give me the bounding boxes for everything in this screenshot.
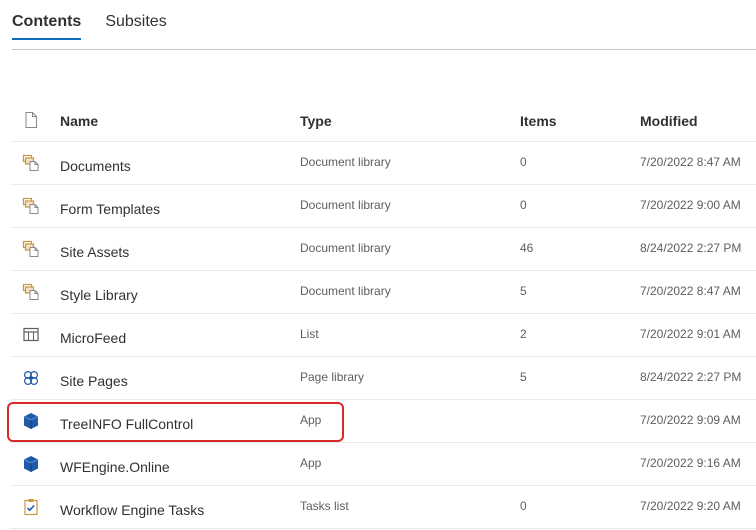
table-row[interactable]: Documents Document library 0 7/20/2022 8:47…: [10, 142, 756, 185]
row-modified: 7/20/2022 9:00 AM: [640, 198, 741, 212]
app-icon: [22, 455, 40, 473]
row-modified: 8/24/2022 2:27 PM: [640, 241, 742, 255]
document-library-icon: [22, 283, 40, 301]
row-modified: 7/20/2022 9:01 AM: [640, 327, 741, 341]
document-library-icon: [22, 240, 40, 258]
row-name-link[interactable]: TreeINFO FullControl: [60, 416, 193, 432]
tab-contents[interactable]: Contents: [12, 0, 82, 40]
row-type: Document library: [300, 198, 391, 212]
row-items: 2: [520, 327, 527, 341]
document-library-icon: [22, 154, 40, 172]
row-modified: 7/20/2022 9:16 AM: [640, 456, 741, 470]
row-name-link[interactable]: Documents: [60, 158, 131, 174]
row-name-link[interactable]: Form Templates: [60, 201, 160, 217]
row-name-link[interactable]: WFEngine.Online: [60, 459, 170, 475]
table-row[interactable]: Site Assets Document library 46 8/24/2022 2…: [10, 228, 756, 271]
table-row[interactable]: TreeINFO FullControl App 7/20/2022 9:09 AM: [10, 400, 756, 443]
document-library-icon: [22, 197, 40, 215]
tabs-divider: [12, 49, 756, 50]
contents-table: Name Type Items Modified Documents Docume…: [10, 99, 756, 529]
row-name-link[interactable]: Workflow Engine Tasks: [60, 502, 204, 518]
row-modified: 7/20/2022 9:09 AM: [640, 413, 741, 427]
table-row[interactable]: Site Pages Page library 5 8/24/2022 2:27 PM: [10, 357, 756, 400]
table-row[interactable]: WFEngine.Online App 7/20/2022 9:16 AM: [10, 443, 756, 486]
tab-subsites[interactable]: Subsites: [105, 0, 166, 40]
list-icon: [22, 326, 40, 344]
column-header-items[interactable]: Items: [520, 113, 557, 129]
row-modified: 7/20/2022 9:20 AM: [640, 499, 741, 513]
tab-bar: Contents Subsites: [12, 0, 191, 40]
table-header: Name Type Items Modified: [10, 99, 756, 142]
row-name-link[interactable]: MicroFeed: [60, 330, 126, 346]
table-row[interactable]: Workflow Engine Tasks Tasks list 0 7/20/202…: [10, 486, 756, 529]
column-header-name[interactable]: Name: [60, 113, 98, 129]
row-name-link[interactable]: Style Library: [60, 287, 138, 303]
row-items: 0: [520, 198, 527, 212]
row-type: App: [300, 456, 322, 470]
row-items: 46: [520, 241, 534, 255]
row-type: Document library: [300, 284, 391, 298]
table-row[interactable]: MicroFeed List 2 7/20/2022 9:01 AM: [10, 314, 756, 357]
column-header-type[interactable]: Type: [300, 113, 332, 129]
row-modified: 7/20/2022 8:47 AM: [640, 284, 741, 298]
file-type-icon[interactable]: [22, 111, 40, 129]
tasks-list-icon: [22, 498, 40, 516]
row-items: 5: [520, 284, 527, 298]
table-row[interactable]: Style Library Document library 5 7/20/2022 …: [10, 271, 756, 314]
row-type: Document library: [300, 155, 391, 169]
row-name-link[interactable]: Site Pages: [60, 373, 128, 389]
column-header-modified[interactable]: Modified: [640, 113, 698, 129]
row-modified: 8/24/2022 2:27 PM: [640, 370, 742, 384]
row-items: 5: [520, 370, 527, 384]
app-icon: [22, 412, 40, 430]
row-items: 0: [520, 499, 527, 513]
row-type: App: [300, 413, 322, 427]
page-library-icon: [22, 369, 40, 387]
row-type: Tasks list: [300, 499, 349, 513]
table-row[interactable]: Form Templates Document library 0 7/20/2022…: [10, 185, 756, 228]
row-items: 0: [520, 155, 527, 169]
row-type: Page library: [300, 370, 365, 384]
row-name-link[interactable]: Site Assets: [60, 244, 129, 260]
row-type: List: [300, 327, 319, 341]
row-modified: 7/20/2022 8:47 AM: [640, 155, 741, 169]
row-type: Document library: [300, 241, 391, 255]
